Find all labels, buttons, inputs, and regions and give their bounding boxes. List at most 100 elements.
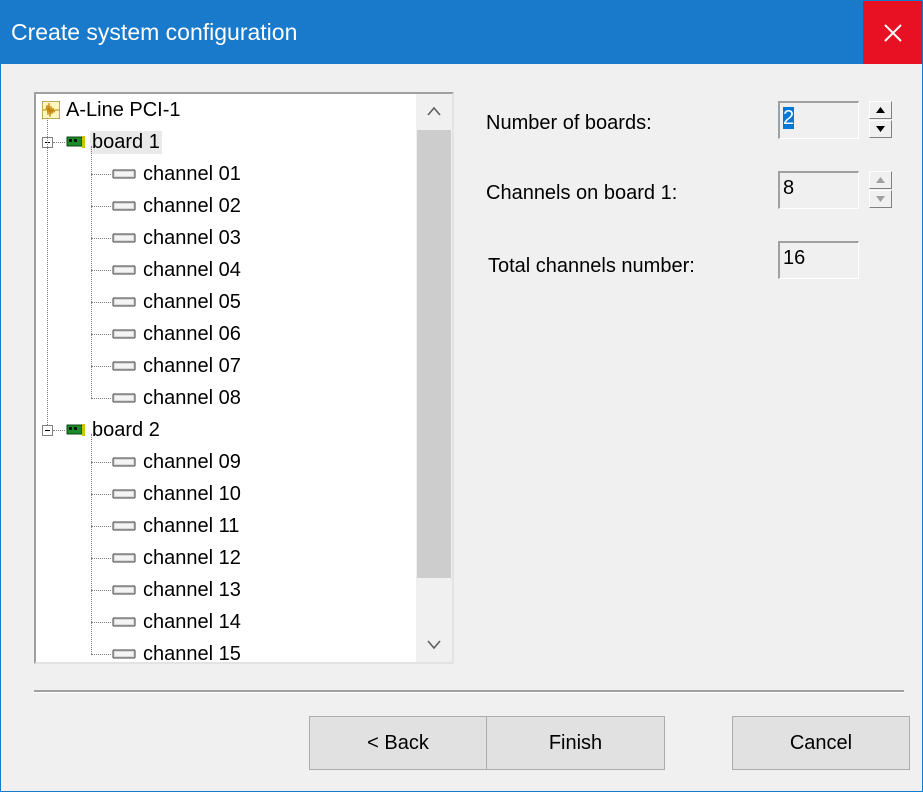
tree-channel[interactable]: channel 07 bbox=[112, 352, 243, 380]
tree-channel[interactable]: channel 06 bbox=[112, 320, 243, 348]
tree-channel[interactable]: channel 08 bbox=[112, 384, 243, 412]
channel-icon bbox=[112, 393, 136, 403]
number-of-boards-label: Number of boards: bbox=[486, 112, 652, 134]
tree-board[interactable]: board 1 bbox=[66, 128, 162, 156]
total-channels-field: 16 bbox=[778, 241, 859, 279]
tree-line bbox=[91, 494, 111, 495]
tree-content: A-Line PCI-1 board 1 channel 01 channel 02 c… bbox=[36, 94, 416, 662]
circuit-board-icon bbox=[66, 424, 85, 436]
tree-channel-label: channel 09 bbox=[143, 450, 241, 473]
channel-icon bbox=[112, 617, 136, 627]
boards-spin-down[interactable] bbox=[869, 120, 892, 138]
channel-icon bbox=[112, 201, 136, 211]
tree-line bbox=[53, 142, 65, 143]
tree-line bbox=[91, 366, 111, 367]
tree-board-label: board 1 bbox=[90, 130, 162, 154]
tree-channel-label: channel 07 bbox=[143, 354, 241, 377]
tree-line bbox=[91, 334, 111, 335]
scroll-thumb[interactable] bbox=[417, 130, 451, 578]
close-icon bbox=[883, 23, 902, 42]
channel-icon bbox=[112, 233, 136, 243]
tree-channel-label: channel 15 bbox=[143, 642, 241, 663]
separator bbox=[34, 690, 904, 693]
tree-channel-label: channel 02 bbox=[143, 194, 241, 217]
number-of-boards-field[interactable]: 2 bbox=[778, 101, 859, 139]
tree-root[interactable]: A-Line PCI-1 bbox=[42, 96, 183, 124]
boards-spin-up[interactable] bbox=[869, 101, 892, 119]
channels-spin-down[interactable] bbox=[869, 190, 892, 208]
window-title: Create system configuration bbox=[11, 19, 298, 45]
finish-button[interactable]: Finish bbox=[486, 716, 665, 770]
tree-root-label: A-Line PCI-1 bbox=[66, 98, 181, 121]
tree-channel[interactable]: channel 04 bbox=[112, 256, 243, 284]
arrow-up-icon bbox=[876, 177, 885, 183]
scroll-down-button[interactable] bbox=[416, 628, 452, 662]
number-of-boards-spinner[interactable] bbox=[869, 101, 892, 139]
tree-channel-label: channel 03 bbox=[143, 226, 241, 249]
tree-channel-label: channel 13 bbox=[143, 578, 241, 601]
tree-channel[interactable]: channel 05 bbox=[112, 288, 243, 316]
tree-channel[interactable]: channel 13 bbox=[112, 576, 243, 604]
tree-channel[interactable]: channel 09 bbox=[112, 448, 243, 476]
channel-icon bbox=[112, 649, 136, 659]
tree-line bbox=[91, 270, 111, 271]
tree-channel[interactable]: channel 12 bbox=[112, 544, 243, 572]
cancel-button[interactable]: Cancel bbox=[732, 716, 910, 770]
channels-on-board-label: Channels on board 1: bbox=[486, 182, 678, 204]
tree-channel-label: channel 11 bbox=[143, 514, 240, 537]
tree-channel-label: channel 08 bbox=[143, 386, 241, 409]
tree-channel-label: channel 06 bbox=[143, 322, 241, 345]
tree-channel[interactable]: channel 02 bbox=[112, 192, 243, 220]
expander-icon[interactable] bbox=[42, 425, 53, 436]
tree-board-label: board 2 bbox=[92, 418, 160, 441]
tree-line bbox=[91, 302, 111, 303]
arrow-down-icon bbox=[876, 196, 885, 202]
tree-channel-label: channel 01 bbox=[143, 162, 241, 185]
total-channels-label: Total channels number: bbox=[488, 255, 695, 277]
channel-icon bbox=[112, 329, 136, 339]
number-of-boards-value: 2 bbox=[783, 107, 795, 129]
waveform-icon bbox=[42, 101, 60, 119]
channel-icon bbox=[112, 553, 136, 563]
channel-icon bbox=[112, 521, 136, 531]
tree-scrollbar[interactable] bbox=[416, 94, 452, 662]
channels-spinner[interactable] bbox=[869, 171, 892, 209]
tree-channel-label: channel 05 bbox=[143, 290, 241, 313]
channel-icon bbox=[112, 457, 136, 467]
tree-line bbox=[91, 398, 111, 399]
tree-line bbox=[91, 462, 111, 463]
tree-channel-label: channel 04 bbox=[143, 258, 241, 281]
scroll-up-button[interactable] bbox=[416, 94, 452, 128]
channels-on-board-field[interactable]: 8 bbox=[778, 171, 859, 209]
channels-on-board-value: 8 bbox=[783, 177, 795, 199]
circuit-board-icon bbox=[66, 136, 85, 148]
tree-line bbox=[91, 206, 111, 207]
tree-line bbox=[91, 654, 111, 655]
tree-channel[interactable]: channel 11 bbox=[112, 512, 241, 540]
tree-channel[interactable]: channel 03 bbox=[112, 224, 243, 252]
chevron-up-icon bbox=[427, 106, 441, 116]
tree-channel-label: channel 14 bbox=[143, 610, 241, 633]
chevron-down-icon bbox=[427, 640, 441, 650]
channel-icon bbox=[112, 297, 136, 307]
back-button[interactable]: < Back bbox=[309, 716, 487, 770]
tree-line bbox=[91, 146, 92, 398]
title-bar[interactable]: Create system configuration bbox=[1, 1, 922, 64]
tree-channel[interactable]: channel 15 bbox=[112, 640, 243, 662]
config-tree[interactable]: A-Line PCI-1 board 1 channel 01 channel 02 c… bbox=[34, 92, 454, 664]
arrow-down-icon bbox=[876, 126, 885, 132]
channels-spin-up[interactable] bbox=[869, 171, 892, 189]
close-button[interactable] bbox=[863, 1, 922, 64]
tree-channel[interactable]: channel 01 bbox=[112, 160, 243, 188]
tree-board[interactable]: board 2 bbox=[66, 416, 162, 444]
tree-line bbox=[91, 558, 111, 559]
tree-channel-label: channel 12 bbox=[143, 546, 241, 569]
tree-channel-label: channel 10 bbox=[143, 482, 241, 505]
arrow-up-icon bbox=[876, 107, 885, 113]
tree-line bbox=[91, 174, 111, 175]
tree-line bbox=[91, 526, 111, 527]
dialog-window: Create system configuration A-Line PCI-1… bbox=[0, 0, 923, 792]
tree-channel[interactable]: channel 14 bbox=[112, 608, 243, 636]
tree-channel[interactable]: channel 10 bbox=[112, 480, 243, 508]
tree-line bbox=[91, 238, 111, 239]
